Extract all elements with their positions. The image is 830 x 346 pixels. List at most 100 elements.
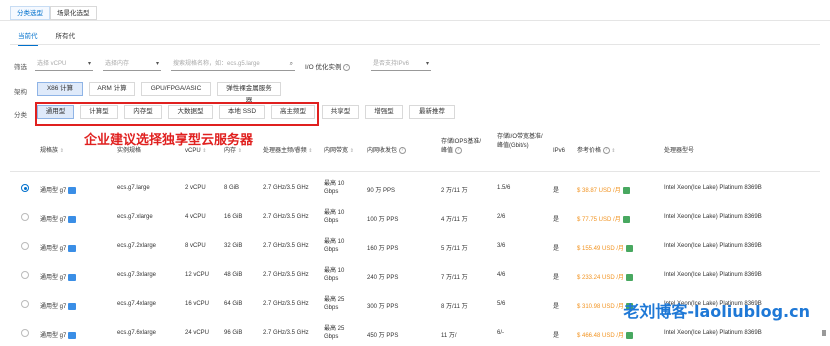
cell-iops: 2 万/11 万 [441,188,468,194]
header-cpu-freq: 处理器主频/睿频 ⇕ [263,147,313,156]
row-select-radio[interactable] [21,300,29,308]
cell-family: 通用型 g7 [40,330,77,339]
info-badge-icon[interactable] [68,331,77,339]
help-icon[interactable]: ? [398,147,406,154]
cell-bandwidth-unit: Gbps [324,189,339,195]
vcpu-select[interactable]: 选择 vCPU ▾ [35,58,93,71]
cell-iops: 4 万/11 万 [441,217,468,223]
arch-x86-button[interactable]: X86 计算 [37,82,83,96]
search-icon[interactable]: ⌕ [290,58,293,70]
memory-placeholder: 选择内存 [105,61,130,67]
chevron-down-icon: ▾ [87,61,91,67]
chevron-down-icon: ▾ [155,61,159,67]
cell-ipv6: 是 [553,217,560,223]
cell-ipv6: 是 [553,275,560,281]
cell-freq: 2.7 GHz/3.5 GHz [263,272,309,278]
cell-spec: ecs.g7.6xlarge [117,330,157,336]
ipv6-select[interactable]: 是否支持IPv6 ▾ [371,58,431,71]
cell-iops: 8 万/11 万 [441,304,468,310]
cell-freq: 2.7 GHz/3.5 GHz [263,185,309,191]
category-label: 分类 [14,112,27,119]
cell-price: $ 77.75 USD /月 [577,214,630,223]
cell-mem: 32 GiB [224,243,243,249]
sort-icon[interactable]: ⇕ [60,148,64,154]
cell-price-text: $ 38.87 USD /月 [577,188,621,194]
cell-iops: 5 万/11 万 [441,246,468,252]
spec-search-input[interactable]: 搜索规格名称，如：ecs.g5.large ⌕ [171,58,295,71]
header-bandwidth-text: 内网带宽 [324,148,349,154]
cell-family-text: 通用型 g7 [40,304,67,310]
sort-icon[interactable]: ⇕ [202,148,206,154]
header-price-text: 参考价格 [577,148,602,155]
table-header-divider [10,171,820,172]
cell-family: 通用型 g7 [40,272,77,281]
row-select-radio[interactable] [21,184,29,192]
header-pps: 内网收发包 ? [367,147,406,156]
cell-vcpu: 2 vCPU [185,185,206,191]
sort-icon[interactable]: ⇕ [350,148,354,154]
row-select-radio[interactable] [21,242,29,250]
cell-family-text: 通用型 g7 [40,188,67,194]
help-icon[interactable]: ? [602,147,610,154]
cell-ipv6: 是 [553,246,560,252]
category-shared-button[interactable]: 共享型 [322,105,359,119]
header-memory: 内存 ⇕ [224,147,242,156]
cell-family-text: 通用型 g7 [40,333,67,339]
cell-price-text: $ 77.75 USD /月 [577,217,621,223]
cell-family-text: 通用型 g7 [40,217,67,223]
cell-ipv6: 是 [553,333,560,339]
info-badge-icon[interactable] [68,302,77,310]
memory-select[interactable]: 选择内存 ▾ [103,58,161,71]
cell-spec: ecs.g7.xlarge [117,214,153,220]
header-vcpu-text: vCPU [185,148,201,154]
tab-scenario-selection[interactable]: 场景化选型 [50,6,97,20]
header-iops: 存储IOPS基准/峰值 ? [441,138,485,156]
row-select-radio[interactable] [21,271,29,279]
info-badge-icon[interactable] [68,186,77,194]
cell-sbw: 4/6 [497,272,506,278]
info-badge-icon[interactable] [68,215,77,223]
header-price: 参考价格 ? ⇕ [577,147,616,156]
cell-price: $ 38.87 USD /月 [577,185,630,194]
cell-price-text: $ 466.48 USD /月 [577,333,625,339]
arch-bare-metal-button[interactable]: 弹性裸金属服务器 [217,82,281,104]
sort-icon[interactable]: ⇕ [611,148,615,154]
cell-bandwidth: 最高 25 [324,326,345,332]
discount-badge-icon [622,215,630,223]
header-family: 规格族 ⇕ [40,147,64,156]
cell-cpu: Intel Xeon(Ice Lake) Platinum 8369B [664,214,762,220]
cell-pps: 450 万 PPS [367,333,399,339]
cell-cpu: Intel Xeon(Ice Lake) Platinum 8369B [664,330,762,336]
help-icon[interactable]: ? [343,63,351,71]
sort-icon[interactable]: ⇕ [308,148,312,154]
cell-vcpu: 4 vCPU [185,214,206,220]
sort-icon[interactable]: ⇕ [238,148,242,154]
watermark-text: 老刘博客-laoliublog.cn [623,302,810,321]
cell-mem: 16 GiB [224,214,243,220]
arch-arm-button[interactable]: ARM 计算 [89,82,135,96]
info-badge-icon[interactable] [68,244,77,252]
row-select-radio[interactable] [21,329,29,337]
category-recommended-button[interactable]: 最新推荐 [409,105,455,119]
cell-mem: 96 GiB [224,330,243,336]
info-badge-icon[interactable] [68,273,77,281]
chevron-down-icon: ▾ [425,61,429,67]
cell-price-text: $ 310.98 USD /月 [577,304,625,310]
cell-bandwidth: 最高 10 [324,181,345,187]
cell-mem: 8 GiB [224,185,240,191]
cell-bandwidth: 最高 25 [324,297,345,303]
cell-pps: 100 万 PPS [367,217,399,223]
tab-category-selection[interactable]: 分类选型 [10,6,50,20]
arch-gpu-button[interactable]: GPU/FPGA/ASIC [141,82,211,96]
row-select-radio[interactable] [21,213,29,221]
cell-iops: 7 万/11 万 [441,275,468,281]
category-enhanced-button[interactable]: 增强型 [365,105,403,119]
cell-iops: 11 万/ [441,333,457,339]
scrollbar-handle[interactable] [822,330,826,336]
cell-pps: 240 万 PPS [367,275,399,281]
vcpu-placeholder: 选择 vCPU [37,61,67,67]
help-icon[interactable]: ? [454,147,462,154]
arch-label: 架构 [14,89,27,96]
cell-mem: 48 GiB [224,272,243,278]
cell-bandwidth-unit: Gbps [324,305,339,311]
